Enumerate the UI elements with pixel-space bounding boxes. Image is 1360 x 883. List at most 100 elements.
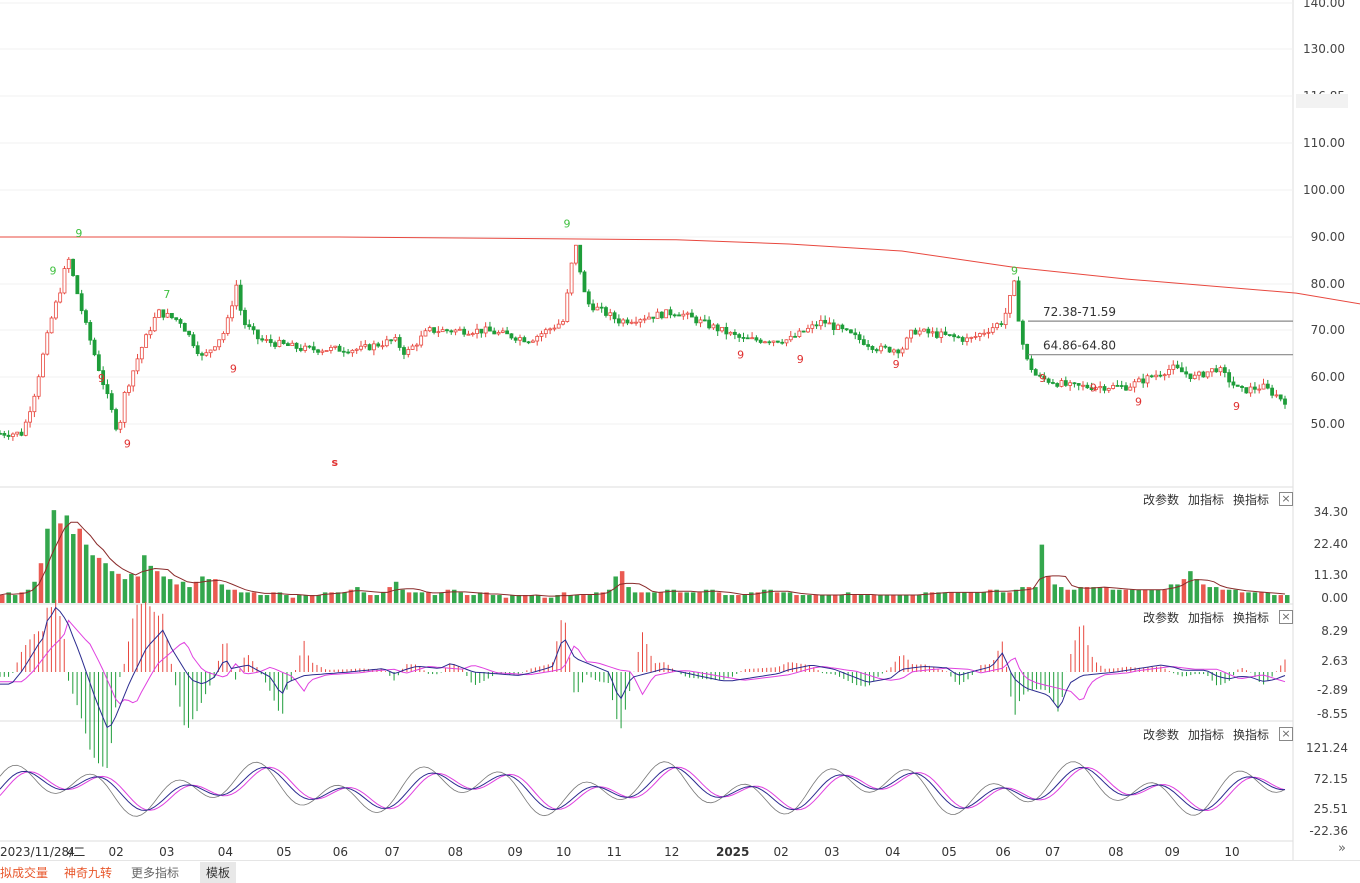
candle [1003,312,1008,326]
volume-bar [581,595,586,603]
volume-bar [148,565,154,603]
volume-bar [64,515,70,603]
macd-axis-label: -8.55 [1317,707,1348,721]
volume-bar [1239,592,1245,603]
candle [1102,386,1107,391]
volume-bar [1142,589,1148,603]
expand-icon[interactable]: » [1338,841,1346,856]
volume-bar [1136,589,1141,603]
volume-axis-label: 22.40 [1314,537,1348,551]
volume-bar [652,592,657,603]
candle [573,244,578,264]
volume-bar [587,595,593,603]
candle [1248,386,1253,394]
candle [157,309,161,318]
td-count-mark: 9 [1233,400,1240,413]
tab-more-indicators[interactable]: 更多指标 [131,864,179,881]
add-indicator-button[interactable]: 加指标 [1188,609,1224,626]
candle [844,328,849,331]
volume-bar [949,592,954,603]
candle [389,339,393,342]
candle [930,331,935,334]
candle [934,331,939,338]
close-icon[interactable]: × [1279,727,1293,741]
volume-bar [406,592,412,603]
volume-bar [813,595,819,603]
candle [651,316,656,319]
add-indicator-button[interactable]: 加指标 [1188,726,1224,743]
kdj-k-line [0,766,1285,811]
volume-bar [374,595,380,603]
volume-bar [1013,589,1019,603]
candle [853,332,858,336]
candle [608,312,613,316]
candle [500,330,505,333]
candle [496,331,501,335]
volume-bar [297,595,302,603]
candle [892,349,896,353]
candle [122,392,127,423]
candle [45,332,50,355]
volume-bar [871,595,877,603]
candle [922,328,926,332]
candle [1188,373,1193,380]
candle [251,326,256,331]
close-icon[interactable]: × [1279,492,1293,506]
candle [1111,385,1115,389]
volume-bar [897,595,903,603]
candle [1154,374,1158,378]
change-params-button[interactable]: 改参数 [1143,609,1179,626]
tab-td-sequential[interactable]: 神奇九转 [64,864,112,881]
td-count-mark: 9 [1039,372,1046,385]
volume-bar [368,595,373,603]
volume-bar [878,595,883,603]
tab-template[interactable]: 模板 [200,862,237,883]
volume-bar [1123,589,1129,603]
volume-bar [380,592,386,603]
volume-bar [290,597,296,603]
candle [1162,374,1167,377]
close-icon[interactable]: × [1279,610,1293,624]
change-params-button[interactable]: 改参数 [1143,491,1179,508]
candle [135,358,140,372]
add-indicator-button[interactable]: 加指标 [1188,491,1224,508]
switch-indicator-button[interactable]: 换指标 [1233,726,1269,743]
candle [350,349,355,354]
candle [720,326,724,332]
candle [1141,378,1146,384]
change-params-button[interactable]: 改参数 [1143,726,1179,743]
candle [707,319,712,329]
candle [182,323,187,332]
volume-bar [71,534,76,603]
volume-bar [1278,595,1284,603]
switch-indicator-button[interactable]: 换指标 [1233,491,1269,508]
indicator-tab-bar: 拟成交量 神奇九转 更多指标 模板 [0,860,1360,883]
price-axis-label: 50.00 [1311,417,1345,431]
candle [995,323,999,329]
candle [827,322,832,325]
candle [1081,384,1085,387]
candle [896,349,901,354]
volume-bar [852,595,857,603]
volume-bar [413,592,418,603]
switch-indicator-button[interactable]: 换指标 [1233,609,1269,626]
candle [565,292,570,322]
x-axis-label: 11 [607,845,622,859]
volume-bar [206,579,212,603]
candle [694,316,699,324]
candle [195,345,200,354]
volume-bar [316,595,321,603]
candle [917,330,922,335]
candle [367,344,372,351]
candle [49,317,54,334]
candle [1124,385,1128,391]
volume-bar [1272,595,1277,603]
tab-volume[interactable]: 拟成交量 [0,864,48,881]
candle [724,326,729,335]
candle [1072,382,1077,385]
candle [642,318,647,321]
volume-bar [845,592,851,603]
candle [887,346,892,353]
candle [788,335,793,341]
price-axis-label: 100.00 [1303,183,1345,197]
